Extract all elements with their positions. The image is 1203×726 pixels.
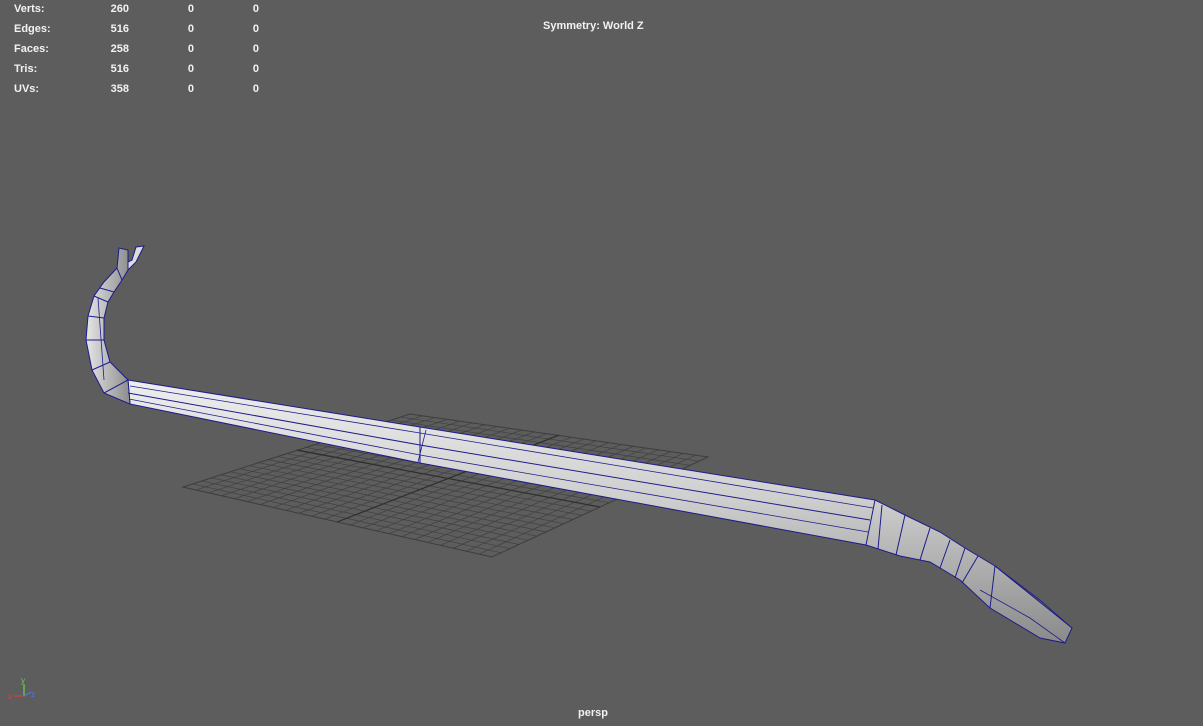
hud-value-other: 0 bbox=[252, 23, 259, 35]
symmetry-status: Symmetry: World Z bbox=[543, 20, 644, 32]
hud-value-total: 258 bbox=[110, 43, 129, 55]
hud-value-total: 516 bbox=[110, 23, 129, 35]
hud-value-other: 0 bbox=[252, 43, 259, 55]
hud-value-total: 516 bbox=[110, 63, 129, 75]
hud-value-other: 0 bbox=[252, 3, 259, 15]
axis-gizmo: y x z bbox=[8, 676, 35, 701]
hud-label: Edges: bbox=[14, 23, 51, 35]
hud-row-uvs: UVs: 358 0 0 bbox=[0, 81, 300, 97]
hud-value-selected: 0 bbox=[187, 63, 194, 75]
hud-value-selected: 0 bbox=[187, 43, 194, 55]
hud-value-selected: 0 bbox=[187, 23, 194, 35]
hud-label: Faces: bbox=[14, 43, 49, 55]
hud-value-selected: 0 bbox=[187, 3, 194, 15]
hud-value-total: 260 bbox=[110, 3, 129, 15]
hud-value-selected: 0 bbox=[187, 83, 194, 95]
axis-z-label: z bbox=[31, 690, 35, 699]
crowbar-mesh[interactable] bbox=[85, 245, 1073, 644]
axis-x-label: x bbox=[8, 692, 12, 701]
hud-value-other: 0 bbox=[252, 63, 259, 75]
hud-label: UVs: bbox=[14, 83, 40, 95]
camera-name-label: persp bbox=[578, 707, 608, 719]
scene-view[interactable]: y x z bbox=[0, 0, 1203, 726]
hud-row-faces: Faces: 258 0 0 bbox=[0, 41, 300, 57]
hud-label: Tris: bbox=[14, 63, 38, 75]
axis-y-label: y bbox=[21, 676, 25, 685]
hud-row-tris: Tris: 516 0 0 bbox=[0, 61, 300, 77]
hud-label: Verts: bbox=[14, 3, 45, 15]
hud-row-verts: Verts: 260 0 0 bbox=[0, 1, 300, 17]
hud-row-edges: Edges: 516 0 0 bbox=[0, 21, 300, 37]
perspective-viewport[interactable]: y x z Verts: 260 0 0 Edges: 516 0 0 Face… bbox=[0, 0, 1203, 726]
hud-value-total: 358 bbox=[110, 83, 129, 95]
hud-value-other: 0 bbox=[252, 83, 259, 95]
